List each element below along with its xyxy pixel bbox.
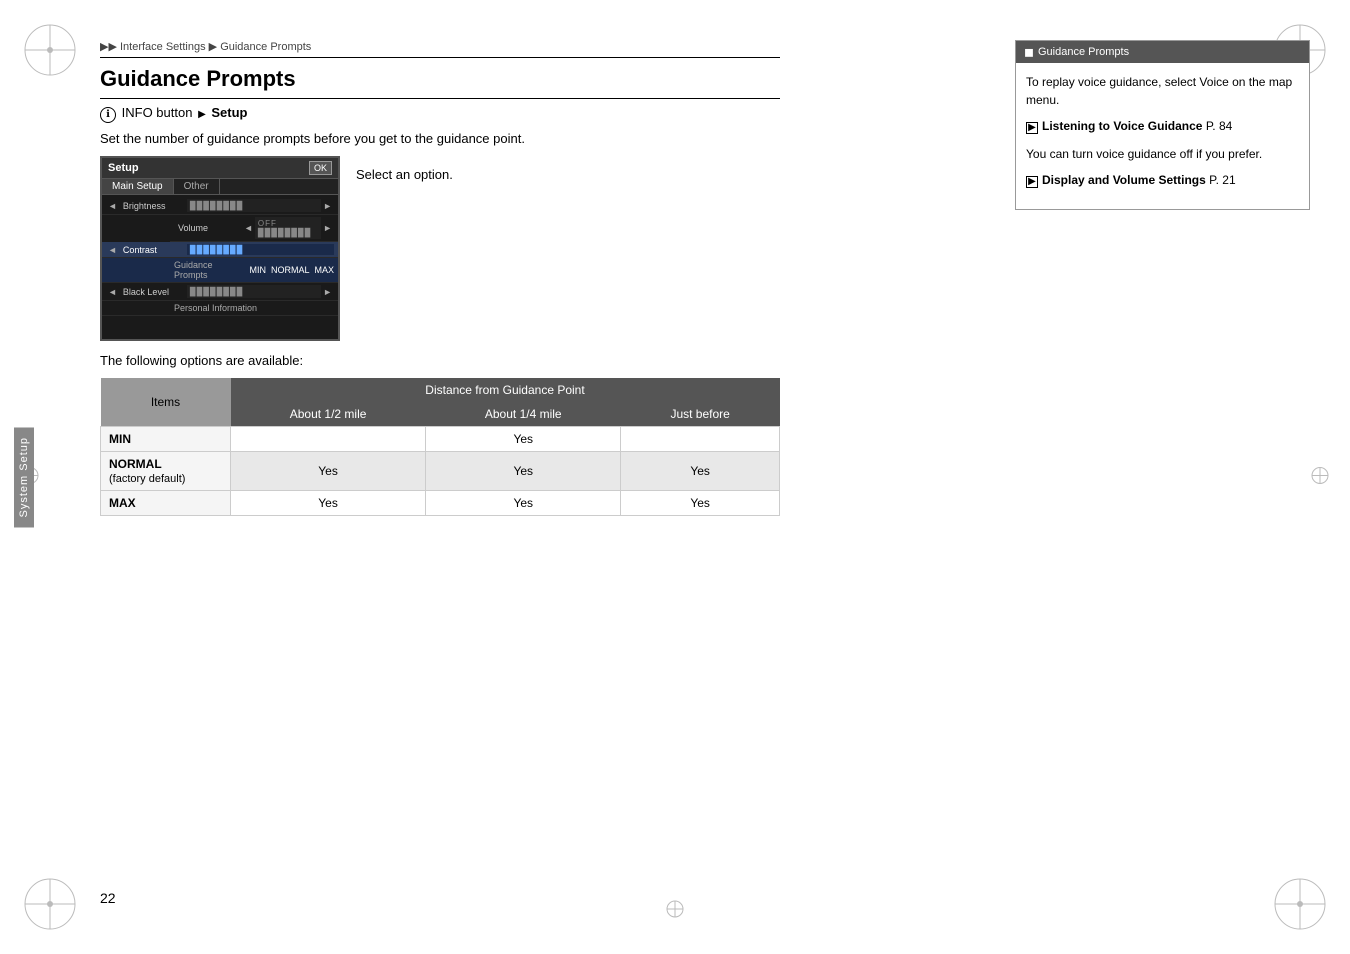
info-line: ℹ INFO button ▶ Setup	[100, 105, 780, 123]
setup-row-guidance-sub: Guidance Prompts MIN NORMAL MAX	[102, 258, 338, 283]
setup-tab-other: Other	[174, 179, 220, 194]
breadcrumb-separator1: ▶▶	[100, 41, 117, 53]
contrast-value: ████████	[187, 244, 334, 255]
table-cell-col2: Yes	[426, 427, 621, 452]
page-title: Guidance Prompts	[100, 66, 780, 99]
info-icon: ℹ	[100, 107, 116, 123]
breadcrumb-item-guidance: Guidance Prompts	[220, 41, 311, 53]
volume-label: Volume	[174, 223, 242, 233]
table-cell-col1	[231, 427, 426, 452]
panel-header: ◼ Guidance Prompts	[1016, 41, 1309, 63]
brightness-label: Brightness	[119, 201, 187, 211]
setup-tabs: Main Setup Other	[102, 179, 338, 195]
setup-row-guidance: ◄ Contrast ████████	[102, 242, 338, 258]
setup-row-brightness: ◄ Brightness ████████ ►	[102, 197, 338, 215]
panel-body: To replay voice guidance, select Voice o…	[1016, 63, 1309, 209]
table-cell-col2: Yes	[426, 491, 621, 516]
ref2-bold-text: Display and Volume Settings	[1042, 173, 1206, 187]
right-center-mark	[1310, 456, 1330, 499]
guidance-prompts-label: Guidance Prompts	[174, 260, 243, 280]
sidebar: System Setup	[0, 0, 48, 954]
breadcrumb-separator2: ▶	[209, 41, 217, 53]
options-table: Items Distance from Guidance Point About…	[100, 378, 780, 516]
nav-right-black: ►	[321, 287, 334, 297]
corner-decoration-br	[1270, 874, 1330, 934]
nav-left-black: ◄	[106, 287, 119, 297]
table-header-distance: Distance from Guidance Point	[231, 378, 780, 402]
description-text: Set the number of guidance prompts befor…	[100, 131, 780, 146]
sidebar-label: System Setup	[14, 427, 34, 527]
table-row: MAXYesYesYes	[101, 491, 780, 516]
bottom-center-mark	[655, 899, 695, 922]
setup-tab-main: Main Setup	[102, 179, 174, 194]
personal-info-label: Personal Information	[174, 303, 257, 313]
info-button-label: INFO button	[122, 105, 193, 120]
ref1-page: P. 84	[1206, 119, 1232, 133]
info-arrow: ▶	[198, 109, 206, 120]
setup-container: Setup OK Main Setup Other ◄ Brightness █…	[100, 156, 780, 341]
nav-left-contrast: ◄	[106, 245, 119, 255]
nav-right-volume: ►	[321, 223, 334, 233]
nav-right-brightness: ►	[321, 201, 334, 211]
right-panel: ◼ Guidance Prompts To replay voice guida…	[1015, 40, 1310, 210]
black-value: ████████	[187, 285, 321, 298]
setup-screen: Setup OK Main Setup Other ◄ Brightness █…	[100, 156, 340, 341]
contrast-label: Contrast	[119, 245, 187, 255]
table-cell-col1: Yes	[231, 491, 426, 516]
page-number: 22	[100, 890, 116, 906]
table-cell-col3	[621, 427, 780, 452]
table-col3: Just before	[621, 402, 780, 427]
select-option-text: Select an option.	[356, 166, 453, 184]
ref-icon-2: ▶	[1026, 176, 1038, 188]
panel-para2: You can turn voice guidance off if you p…	[1026, 145, 1299, 163]
panel-header-text: Guidance Prompts	[1038, 46, 1129, 58]
ref1-bold-text: Listening to Voice Guidance	[1042, 119, 1202, 133]
table-cell-col3: Yes	[621, 452, 780, 491]
panel-para1: To replay voice guidance, select Voice o…	[1026, 73, 1299, 109]
following-options-text: The following options are available:	[100, 353, 780, 368]
ref2-content: Display and Volume Settings P. 21	[1042, 171, 1236, 189]
panel-header-icon: ◼	[1024, 45, 1034, 59]
table-col2: About 1/4 mile	[426, 402, 621, 427]
table-cell-col3: Yes	[621, 491, 780, 516]
nav-left-brightness: ◄	[106, 201, 119, 211]
ref-icon-1: ▶	[1026, 122, 1038, 134]
table-cell-item: MAX	[101, 491, 231, 516]
table-cell-col2: Yes	[426, 452, 621, 491]
breadcrumb-item-interface: Interface Settings	[120, 41, 206, 53]
guidance-prompts-values: MIN NORMAL MAX	[249, 265, 334, 275]
setup-title: Setup	[108, 162, 139, 174]
setup-ok-button: OK	[309, 161, 332, 175]
setup-row-personal: Personal Information	[102, 301, 338, 316]
table-cell-col1: Yes	[231, 452, 426, 491]
volume-value: OFF ████████	[255, 217, 321, 239]
setup-row-volume: Volume ◄ OFF ████████ ►	[170, 215, 338, 242]
table-cell-item: NORMAL(factory default)	[101, 452, 231, 491]
table-header-items: Items	[101, 378, 231, 427]
ref1-bold: Listening to Voice Guidance P. 84	[1042, 117, 1232, 135]
setup-title-bar: Setup OK	[102, 158, 338, 179]
table-col1: About 1/2 mile	[231, 402, 426, 427]
setup-bold: Setup	[211, 105, 247, 120]
brightness-value: ████████	[187, 199, 321, 212]
setup-menu-rows: ◄ Brightness ████████ ► Volume ◄ OFF ███…	[102, 195, 338, 318]
table-cell-item: MIN	[101, 427, 231, 452]
nav-left-volume: ◄	[242, 223, 255, 233]
ref-link-1: ▶ Listening to Voice Guidance P. 84	[1026, 117, 1299, 135]
ref-link-2: ▶ Display and Volume Settings P. 21	[1026, 171, 1299, 189]
table-row: MIN Yes	[101, 427, 780, 452]
setup-row-blacklevel: ◄ Black Level ████████ ►	[102, 283, 338, 301]
table-row: NORMAL(factory default)YesYesYes	[101, 452, 780, 491]
ref2-page: P. 21	[1209, 173, 1235, 187]
breadcrumb: ▶▶ Interface Settings ▶ Guidance Prompts	[100, 40, 780, 58]
main-content: ▶▶ Interface Settings ▶ Guidance Prompts…	[100, 40, 780, 536]
black-label: Black Level	[119, 287, 187, 297]
